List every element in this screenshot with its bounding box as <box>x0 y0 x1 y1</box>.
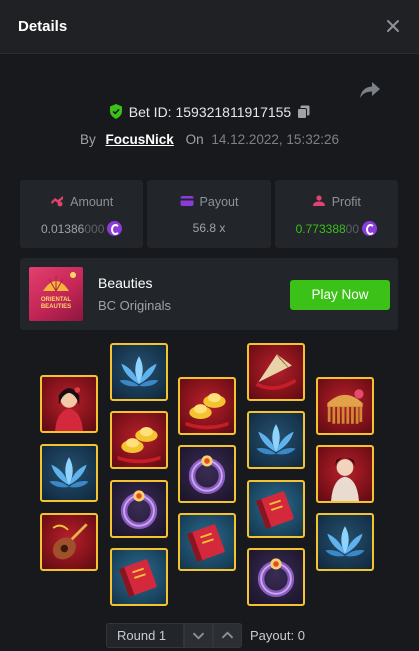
red-book-icon <box>110 548 168 606</box>
red-book-icon <box>247 480 305 538</box>
payout-value: 56.8 x <box>192 221 226 235</box>
jade-bracelet-icon <box>178 445 236 503</box>
lady-symbol-icon <box>316 445 374 503</box>
wallet-icon <box>180 196 194 206</box>
chevron-up-icon <box>221 631 234 639</box>
gold-ingots-icon <box>110 411 168 469</box>
round-navigation: Round 1 Payout: 0 <box>0 620 419 651</box>
coin-icon <box>107 221 123 236</box>
amount-card: Amount 0.01386000 <box>20 180 144 248</box>
blue-lotus-icon <box>316 513 374 571</box>
profit-value-trailing: 00 <box>345 222 360 236</box>
share-icon[interactable] <box>359 80 381 100</box>
jade-bracelet-icon <box>110 480 168 538</box>
stats-row: Amount 0.01386000 Payout 56.8 x Profit 0… <box>20 180 398 248</box>
round-select[interactable]: Round 1 <box>106 623 184 648</box>
game-name: Beauties <box>98 275 153 291</box>
amount-label: Amount <box>70 195 114 209</box>
next-round-button[interactable] <box>184 623 213 648</box>
copy-icon[interactable] <box>297 105 310 119</box>
paper-fan-icon <box>247 343 305 401</box>
close-icon[interactable] <box>383 16 403 36</box>
amount-value: 0.01386 <box>40 222 85 236</box>
comb-icon <box>316 377 374 435</box>
game-thumbnail[interactable]: ORIENTAL BEAUTIES <box>29 267 83 321</box>
payout-card: Payout 56.8 x <box>147 180 271 248</box>
chevron-down-icon <box>192 632 205 640</box>
profit-card: Profit 0.77338800 <box>274 180 398 248</box>
on-label: On <box>185 132 204 147</box>
bet-date: 14.12.2022, 15:32:26 <box>211 132 339 147</box>
gold-ingots-icon <box>178 377 236 435</box>
previous-round-button[interactable] <box>213 623 242 648</box>
amount-value-trailing: 000 <box>84 222 105 236</box>
profit-label: Profit <box>331 195 361 209</box>
blue-lotus-icon <box>247 411 305 469</box>
profit-icon <box>312 195 325 206</box>
game-provider: BC Originals <box>98 298 171 313</box>
bet-id-text: Bet ID: 159321811917155 <box>128 104 292 120</box>
fan-instrument-icon <box>40 513 98 571</box>
bet-author-row: By FocusNick On 14.12.2022, 15:32:26 <box>0 132 419 147</box>
amount-icon <box>51 196 64 207</box>
blue-lotus-icon <box>110 343 168 401</box>
modal-title: Details <box>18 18 68 35</box>
by-label: By <box>80 132 96 147</box>
round-payout: Payout: 0 <box>250 628 305 643</box>
play-now-button[interactable]: Play Now <box>290 280 390 310</box>
bet-id-row: Bet ID: 159321811917155 <box>0 104 419 120</box>
fan-logo-icon <box>43 272 76 292</box>
profit-value: 0.773388 <box>295 222 346 236</box>
username-link[interactable]: FocusNick <box>106 132 174 147</box>
coin-icon <box>362 221 378 236</box>
red-book-icon <box>178 513 236 571</box>
lady-symbol-icon <box>40 375 98 433</box>
blue-lotus-icon <box>40 444 98 502</box>
shield-check-icon <box>109 104 122 119</box>
modal-header: Details <box>0 0 419 54</box>
game-thumbnail-text: ORIENTAL BEAUTIES <box>40 297 72 310</box>
jade-bracelet-icon <box>247 548 305 606</box>
game-card: ORIENTAL BEAUTIES Beauties BC Originals … <box>20 258 398 330</box>
payout-label: Payout <box>199 195 239 209</box>
